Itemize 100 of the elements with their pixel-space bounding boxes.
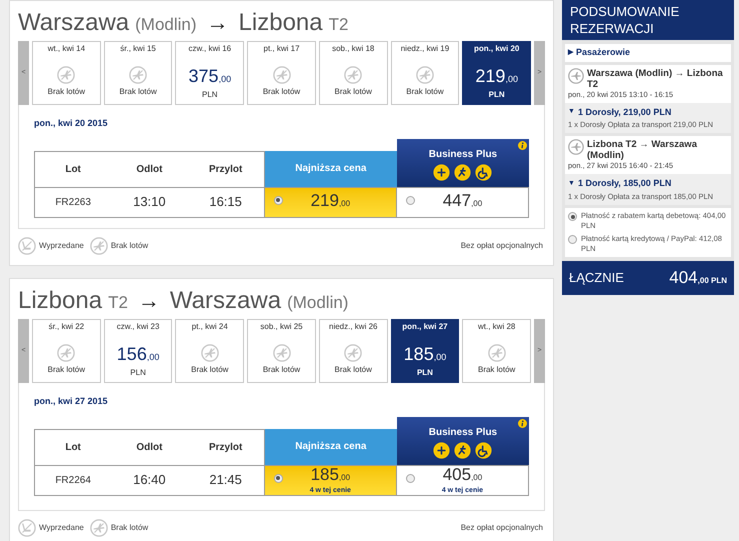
- destination-detail: T2: [328, 14, 348, 36]
- no-plane-icon: [90, 237, 108, 255]
- fare-option[interactable]: 219,00: [264, 186, 397, 218]
- info-icon[interactable]: [518, 418, 527, 428]
- flight-number: FR2264: [54, 474, 92, 488]
- radio-button[interactable]: [274, 474, 283, 482]
- no-plane-icon: [416, 66, 434, 84]
- currency-label: PLN: [130, 367, 146, 379]
- no-flights-label: Brak lotów: [262, 365, 300, 375]
- destination-city: Lizbona: [238, 8, 323, 38]
- fees-note: Bez opłat opcjonalnych: [460, 240, 543, 252]
- date-cell[interactable]: pt., kwi 17 Brak lotów: [247, 41, 316, 105]
- date-label: śr., kwi 15: [120, 43, 156, 54]
- no-flights-label: Brak lotów: [191, 365, 228, 375]
- column-header: Przylot: [208, 440, 244, 454]
- date-label: sob., kwi 25: [260, 321, 303, 332]
- date-label: czw., kwi 23: [116, 321, 160, 332]
- no-plane-icon: [272, 66, 290, 84]
- no-flights-label: Brak lotów: [48, 365, 86, 375]
- fare-summary: 1 Dorosły, 219,00 PLN: [578, 106, 672, 119]
- date-label: wt., kwi 28: [478, 321, 516, 332]
- no-plane-icon: [129, 66, 148, 84]
- fare-price: 185,00: [310, 466, 350, 486]
- origin-detail: T2: [108, 292, 128, 314]
- day-price: 219,00: [475, 66, 518, 88]
- no-flights-label: Brak lotów: [334, 365, 372, 375]
- radio-button[interactable]: [406, 196, 415, 204]
- fare-title: Business Plus: [428, 148, 498, 162]
- date-label: pon., kwi 27: [402, 321, 448, 332]
- date-cell[interactable]: pon., kwi 20 219,00 PLN: [462, 41, 532, 105]
- segment-route: Warszawa (Modlin) → Lizbona T2: [587, 68, 724, 90]
- fare-price: 447,00: [442, 192, 482, 212]
- date-cell[interactable]: czw., kwi 23 156,00 PLN: [104, 319, 172, 383]
- no-plane-icon: [488, 344, 506, 362]
- date-cell[interactable]: sob., kwi 25 Brak lotów: [247, 319, 316, 383]
- radio-button[interactable]: [568, 235, 577, 244]
- no-plane-icon: [272, 344, 290, 362]
- no-plane-icon: [90, 519, 108, 537]
- seat-icon: [18, 237, 36, 255]
- date-label: niedz., kwi 19: [400, 43, 450, 54]
- date-cell[interactable]: pon., kwi 27 185,00 PLN: [390, 319, 460, 383]
- destination-city: Warszawa: [170, 286, 282, 316]
- date-cell[interactable]: śr., kwi 22 Brak lotów: [32, 319, 101, 383]
- day-price: 185,00: [404, 344, 446, 366]
- date-label: pt., kwi 17: [264, 43, 300, 54]
- currency-label: PLN: [202, 89, 218, 101]
- date-cell[interactable]: sob., kwi 18 Brak lotów: [318, 41, 388, 105]
- no-plane-icon: [57, 344, 76, 362]
- date-cell[interactable]: wt., kwi 28 Brak lotów: [462, 319, 532, 383]
- plane-icon: [568, 139, 584, 156]
- date-cell[interactable]: czw., kwi 16 375,00 PLN: [175, 41, 244, 105]
- route-arrow: →: [206, 9, 229, 37]
- flight-number: FR2263: [54, 196, 92, 210]
- no-plane-icon: [344, 344, 362, 362]
- no-flights-label: Brak lotów: [334, 87, 372, 97]
- total-amount: 404,00 PLN: [669, 267, 727, 290]
- route-arrow: →: [138, 287, 160, 315]
- date-label: sob., kwi 18: [332, 43, 374, 54]
- column-header: Odlot: [135, 162, 164, 176]
- origin-detail: (Modlin): [135, 14, 197, 36]
- column-header: Odlot: [135, 440, 164, 454]
- currency-label: PLN: [416, 367, 433, 379]
- date-cell[interactable]: niedz., kwi 19 Brak lotów: [390, 41, 460, 105]
- column-header: Lot: [64, 162, 82, 176]
- origin-city: Lizbona: [18, 286, 102, 316]
- destination-detail: (Modlin): [287, 292, 348, 314]
- date-label: pon., kwi 20: [474, 43, 520, 54]
- date-label: czw., kwi 16: [188, 43, 232, 54]
- legend-label: Brak lotów: [110, 522, 148, 534]
- date-cell[interactable]: niedz., kwi 26 Brak lotów: [318, 319, 388, 383]
- radio-button[interactable]: [274, 196, 283, 204]
- no-flights-label: Brak lotów: [48, 87, 86, 97]
- date-cell[interactable]: wt., kwi 14 Brak lotów: [32, 41, 101, 105]
- day-price: 375,00: [188, 66, 232, 88]
- date-label: wt., kwi 14: [48, 43, 86, 54]
- plane-icon: [568, 68, 584, 84]
- legend-label: Wyprzedane: [39, 240, 84, 252]
- date-cell[interactable]: pt., kwi 24 Brak lotów: [175, 319, 244, 383]
- currency-label: PLN: [488, 89, 505, 101]
- date-label: niedz., kwi 26: [329, 321, 378, 332]
- date-cell[interactable]: śr., kwi 15 Brak lotów: [104, 41, 172, 105]
- fare-summary: 1 Dorosły, 185,00 PLN: [578, 177, 672, 190]
- fare-title: Najniższa cena: [295, 162, 366, 176]
- fare-title: Najniższa cena: [295, 440, 366, 454]
- radio-button[interactable]: [568, 212, 577, 221]
- no-plane-icon: [200, 344, 219, 362]
- running-person-icon: [454, 442, 472, 458]
- arrival-time: 16:15: [208, 193, 243, 212]
- origin-city: Warszawa: [18, 8, 130, 38]
- radio-button[interactable]: [406, 474, 415, 482]
- day-price: 156,00: [116, 344, 160, 366]
- no-flights-label: Brak lotów: [262, 87, 300, 97]
- legend-label: Wyprzedane: [39, 522, 84, 534]
- departure-time: 16:40: [132, 471, 167, 490]
- seat-icon: [18, 519, 36, 537]
- fare-option[interactable]: 447,00: [396, 186, 529, 218]
- arrival-time: 21:45: [208, 471, 243, 490]
- info-icon[interactable]: [518, 140, 527, 150]
- fees-note: Bez opłat opcjonalnych: [460, 522, 543, 534]
- selected-date: pon., kwi 27 2015: [34, 395, 109, 408]
